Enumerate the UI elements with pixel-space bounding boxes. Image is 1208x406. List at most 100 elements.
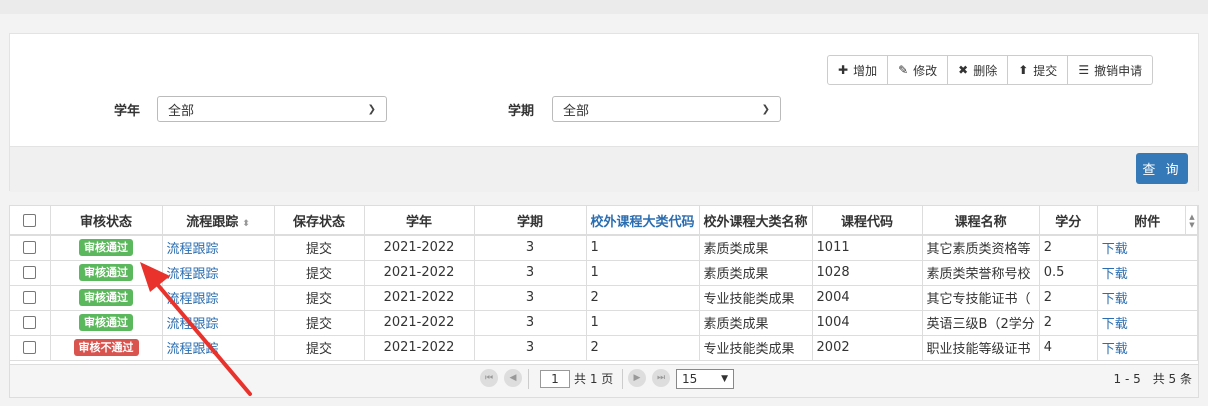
row-select-cell: [10, 285, 51, 311]
course-name-cell: 职业技能等级证书: [922, 335, 1040, 361]
row-checkbox[interactable]: [23, 291, 37, 304]
year-cell: 2021-2022: [364, 260, 475, 286]
year-cell: 2021-2022: [364, 335, 475, 361]
term-label: 学期: [508, 104, 535, 119]
top-bar: [0, 0, 1208, 14]
cat-code-cell: 1: [586, 260, 700, 286]
trace-cell: 流程跟踪: [162, 235, 275, 261]
course-name-cell: 英语三级B（2学分: [922, 310, 1040, 336]
header-attach[interactable]: 附件: [1097, 206, 1198, 236]
scrollbar[interactable]: ▲ ▼: [1185, 206, 1198, 235]
row-select-cell: [10, 235, 51, 261]
header-cat-code[interactable]: 校外课程大类代码: [586, 206, 700, 236]
course-code-cell: 1028: [812, 260, 923, 286]
term-select[interactable]: 全部 ❯: [552, 96, 781, 122]
plus-icon: ✚: [838, 63, 849, 77]
scroll-up-icon[interactable]: ▲: [1189, 213, 1194, 221]
row-select-cell: [10, 260, 51, 286]
course-code-cell: 1004: [812, 310, 923, 336]
status-badge: 审核通过: [79, 264, 133, 281]
add-button[interactable]: ✚ 增加: [828, 56, 889, 84]
save-status-cell: 提交: [274, 310, 365, 336]
pager-divider: [622, 369, 623, 389]
select-all-header: [10, 206, 51, 236]
attach-cell: 下载: [1097, 235, 1198, 261]
scroll-down-icon[interactable]: ▼: [1189, 221, 1194, 229]
status-badge: 审核通过: [79, 239, 133, 257]
prev-page-icon[interactable]: ◀: [504, 369, 522, 387]
credit-cell: 2: [1039, 285, 1098, 311]
save-status-cell: 提交: [274, 285, 365, 311]
download-link[interactable]: 下载: [1102, 317, 1128, 332]
course-name-cell: 素质类荣誉称号校: [922, 260, 1040, 286]
header-cat-name[interactable]: 校外课程大类名称: [699, 206, 813, 236]
chevron-down-icon: ▼: [721, 374, 728, 384]
close-icon: ✖: [958, 63, 969, 77]
cat-name-cell: 专业技能类成果: [699, 335, 813, 361]
status-cell: 审核通过: [50, 235, 163, 261]
annotation-arrow: [140, 262, 252, 396]
term-cell: 3: [474, 235, 587, 261]
header-course-code[interactable]: 课程代码: [812, 206, 923, 236]
sort-icon[interactable]: ⬍: [242, 219, 250, 229]
course-name-cell: 其它素质类资格等: [922, 235, 1040, 261]
header-term[interactable]: 学期: [474, 206, 587, 236]
header-status[interactable]: 审核状态: [50, 206, 163, 236]
header-save[interactable]: 保存状态: [274, 206, 365, 236]
first-page-icon[interactable]: ⏮: [480, 369, 498, 387]
table-header-row: 审核状态 流程跟踪 ⬍ 保存状态 学年 学期 校外课程大类代码 校外课程大类名称 …: [10, 206, 1198, 236]
cat-name-cell: 素质类成果: [699, 310, 813, 336]
page-size-select[interactable]: 15 ▼: [676, 369, 734, 389]
cat-code-cell: 1: [586, 310, 700, 336]
trace-link[interactable]: 流程跟踪: [167, 242, 219, 257]
download-link[interactable]: 下载: [1102, 292, 1128, 307]
panel-footer: [10, 146, 1198, 192]
save-status-cell: 提交: [274, 235, 365, 261]
row-checkbox[interactable]: [23, 241, 37, 255]
credit-cell: 0.5: [1039, 260, 1098, 286]
term-cell: 3: [474, 285, 587, 311]
revoke-button[interactable]: ☰ 撤销申请: [1068, 56, 1152, 84]
list-icon: ☰: [1078, 63, 1090, 77]
row-select-cell: [10, 310, 51, 336]
attach-cell: 下载: [1097, 335, 1198, 361]
download-link[interactable]: 下载: [1102, 342, 1128, 357]
select-all-checkbox[interactable]: [23, 213, 37, 227]
status-badge: 审核不通过: [73, 339, 139, 356]
header-credit[interactable]: 学分: [1039, 206, 1098, 236]
submit-button[interactable]: ⬆ 提交: [1008, 56, 1069, 84]
search-panel: ✚ 增加 ✎ 修改 ✖ 删除 ⬆ 提交 ☰ 撤销申请 学年 全部 ❯ 学期 全部 ❯ 查 …: [9, 33, 1199, 192]
query-button[interactable]: 查 询: [1136, 153, 1188, 184]
record-info: 1 - 5 共 5 条: [1113, 372, 1193, 386]
term-cell: 3: [474, 260, 587, 286]
credit-cell: 2: [1039, 310, 1098, 336]
last-page-icon[interactable]: ⏭: [652, 369, 670, 387]
header-course-name[interactable]: 课程名称: [922, 206, 1040, 236]
row-checkbox[interactable]: [23, 316, 37, 329]
header-trace[interactable]: 流程跟踪 ⬍: [162, 206, 275, 236]
row-checkbox[interactable]: [23, 341, 37, 354]
year-select[interactable]: 全部 ❯: [157, 96, 387, 122]
course-code-cell: 2004: [812, 285, 923, 311]
table-row[interactable]: 审核通过 流程跟踪 提交 2021-2022 3 1 素质类成果 1011 其它素质类资格等 2 下…: [10, 235, 1198, 261]
status-badge: 审核通过: [79, 314, 133, 331]
save-status-cell: 提交: [274, 260, 365, 286]
next-page-icon[interactable]: ▶: [628, 369, 646, 387]
term-cell: 3: [474, 335, 587, 361]
cat-name-cell: 专业技能类成果: [699, 285, 813, 311]
page-input[interactable]: 1: [540, 370, 570, 388]
download-link[interactable]: 下载: [1102, 242, 1128, 257]
row-checkbox[interactable]: [23, 266, 37, 279]
chevron-down-icon: ❯: [367, 103, 376, 115]
header-year[interactable]: 学年: [364, 206, 475, 236]
cat-name-cell: 素质类成果: [699, 235, 813, 261]
delete-button[interactable]: ✖ 删除: [948, 56, 1009, 84]
edit-button[interactable]: ✎ 修改: [888, 56, 949, 84]
term-cell: 3: [474, 310, 587, 336]
cat-name-cell: 素质类成果: [699, 260, 813, 286]
status-badge: 审核通过: [79, 289, 133, 306]
chevron-down-icon: ❯: [761, 103, 770, 115]
download-link[interactable]: 下载: [1102, 267, 1128, 282]
attach-cell: 下载: [1097, 310, 1198, 336]
year-cell: 2021-2022: [364, 235, 475, 261]
